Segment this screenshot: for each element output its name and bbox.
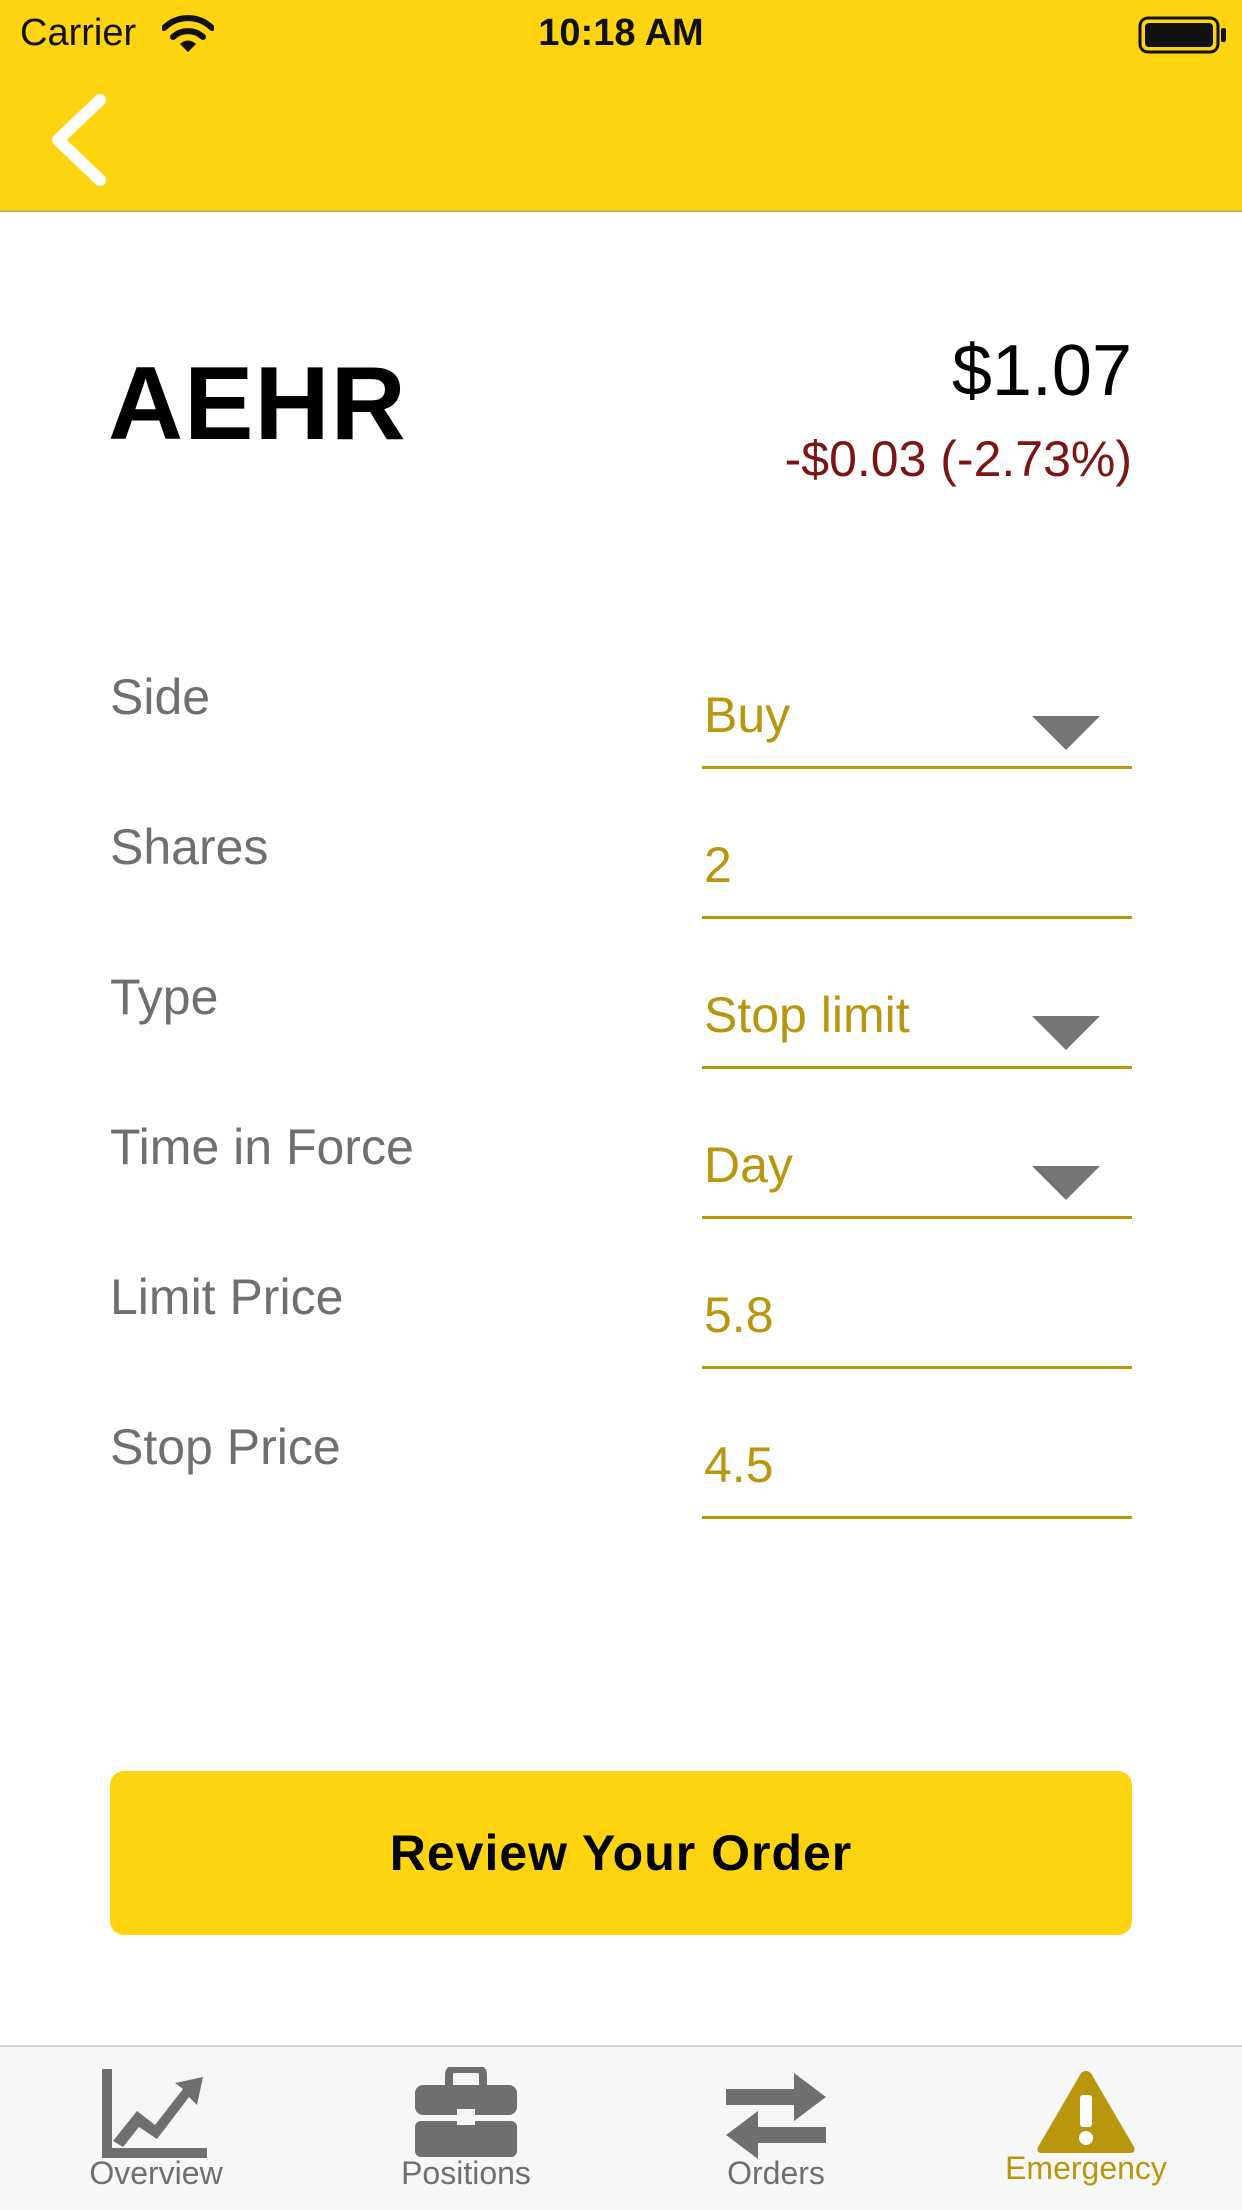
tab-label-overview: Overview (89, 2155, 223, 2191)
side-value: Buy (704, 687, 791, 743)
dropdown-caret-icon (1032, 1016, 1100, 1050)
time-in-force-label: Time in Force (110, 1119, 414, 1175)
tab-positions[interactable]: Positions (311, 2047, 621, 2210)
review-order-button[interactable]: Review Your Order (110, 1771, 1132, 1935)
back-chevron-icon[interactable] (44, 90, 124, 190)
stock-price: $1.07 (951, 331, 1132, 411)
clock: 10:18 AM (538, 12, 704, 54)
status-bar: Carrier 10:18 AM (0, 0, 1242, 68)
stop-price-input[interactable]: 4.5 (702, 1432, 1132, 1519)
navigation-bar: Carrier 10:18 AM (0, 0, 1242, 212)
stop-price-value: 4.5 (704, 1437, 774, 1493)
stop-price-label: Stop Price (110, 1419, 341, 1475)
time-in-force-select[interactable]: Day (702, 1132, 1132, 1219)
type-select[interactable]: Stop limit (702, 982, 1132, 1069)
stock-symbol: AEHR (108, 346, 407, 462)
shares-value: 2 (704, 837, 732, 893)
swap-arrows-icon (726, 2073, 826, 2159)
briefcase-icon (415, 2067, 517, 2157)
tab-emergency[interactable]: Emergency (931, 2047, 1241, 2210)
side-select[interactable]: Buy (702, 682, 1132, 769)
type-value: Stop limit (704, 987, 910, 1043)
shares-label: Shares (110, 819, 269, 875)
tab-overview[interactable]: Overview (1, 2047, 311, 2210)
tab-orders[interactable]: Orders (621, 2047, 931, 2210)
warning-icon (1037, 2071, 1135, 2153)
tab-label-positions: Positions (401, 2155, 531, 2191)
chart-icon (102, 2069, 207, 2158)
dropdown-caret-icon (1032, 716, 1100, 750)
tab-bar: Overview Positions Orders Emergency (0, 2045, 1242, 2210)
tab-label-orders: Orders (727, 2155, 825, 2191)
tab-label-emergency: Emergency (1005, 2150, 1167, 2186)
limit-price-label: Limit Price (110, 1269, 344, 1325)
side-label: Side (110, 669, 211, 725)
time-in-force-value: Day (704, 1137, 793, 1193)
dropdown-caret-icon (1032, 1166, 1100, 1200)
type-label: Type (110, 969, 219, 1025)
price-change: -$0.03 (-2.73%) (784, 431, 1132, 487)
battery-icon (1138, 16, 1226, 54)
limit-price-input[interactable]: 5.8 (702, 1282, 1132, 1369)
shares-input[interactable]: 2 (702, 832, 1132, 919)
limit-price-value: 5.8 (704, 1287, 774, 1343)
